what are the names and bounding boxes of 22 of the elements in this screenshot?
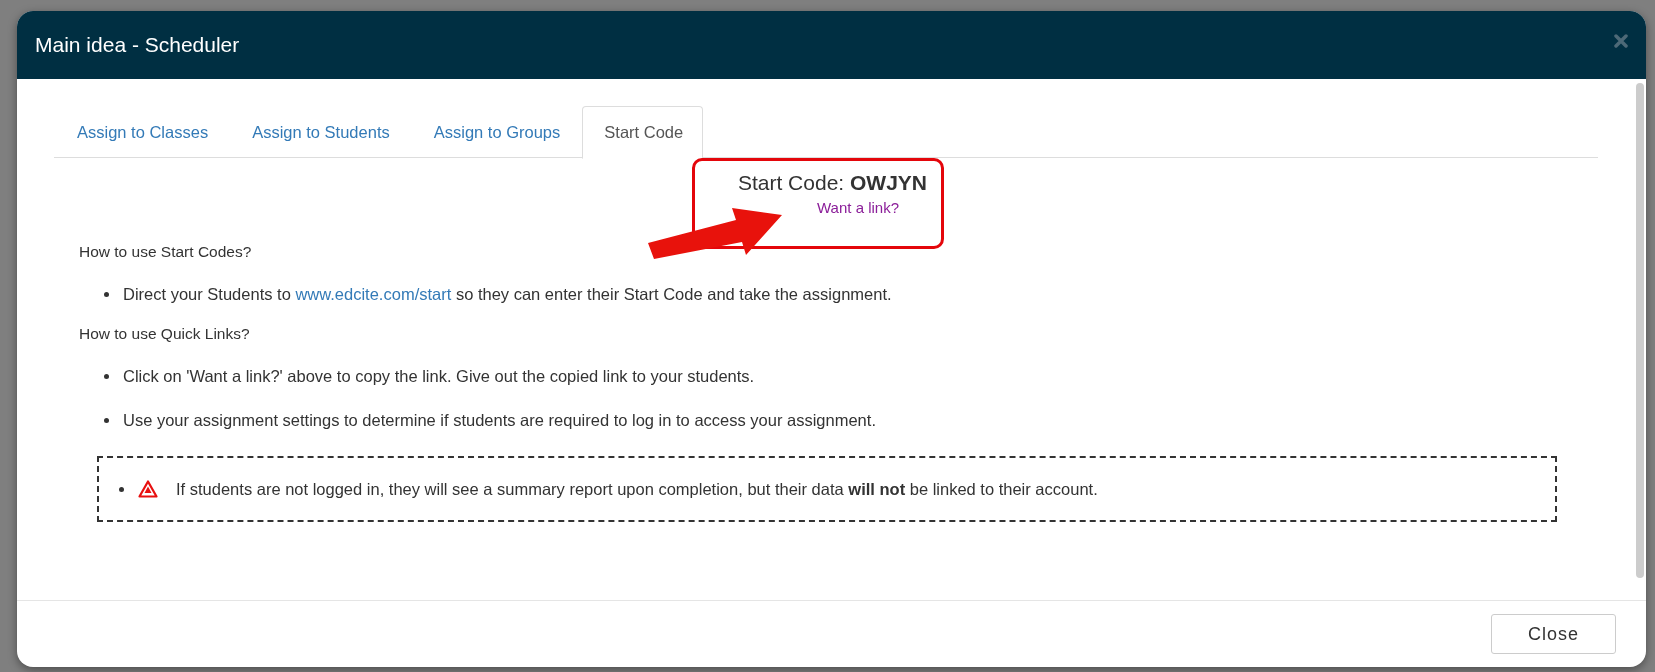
instruction-text: Use your assignment settings to determine if students are required to log in to access your assignment. [123, 410, 876, 430]
instruction-text: Direct your Students to www.edcite.com/start so they can enter their Start Code and take the assignment. [123, 284, 892, 304]
bullet-dot [119, 486, 124, 492]
bullet-dot [104, 373, 109, 379]
want-link[interactable]: Want a link? [817, 199, 899, 216]
close-icon[interactable] [1614, 34, 1628, 48]
scrollbar[interactable] [1636, 83, 1644, 578]
tab[interactable]: Assign to Students [230, 106, 410, 157]
dialog-title: Main idea - Scheduler [35, 33, 240, 57]
tab[interactable]: Start Code [582, 106, 704, 159]
warning-text: If students are not logged in, they will see a summary report upon completion, but their data will not be linked to their account. [176, 479, 1098, 499]
start-code-text: Start Code: OWJYN [737, 171, 927, 195]
tab[interactable]: Assign to Groups [411, 106, 581, 157]
start-url-link[interactable]: www.edcite.com/start [295, 284, 452, 303]
tab[interactable]: Assign to Classes [55, 106, 229, 157]
section-heading: How to use Start Codes? [79, 242, 253, 262]
instruction-text: Click on 'Want a link?' above to copy the link. Give out the copied link to your students. [123, 366, 755, 386]
section-heading: How to use Quick Links? [79, 324, 251, 344]
close-button[interactable]: Close [1491, 614, 1616, 654]
bullet-dot [104, 417, 109, 423]
bullet-dot [104, 291, 109, 297]
warning-icon [138, 480, 158, 498]
